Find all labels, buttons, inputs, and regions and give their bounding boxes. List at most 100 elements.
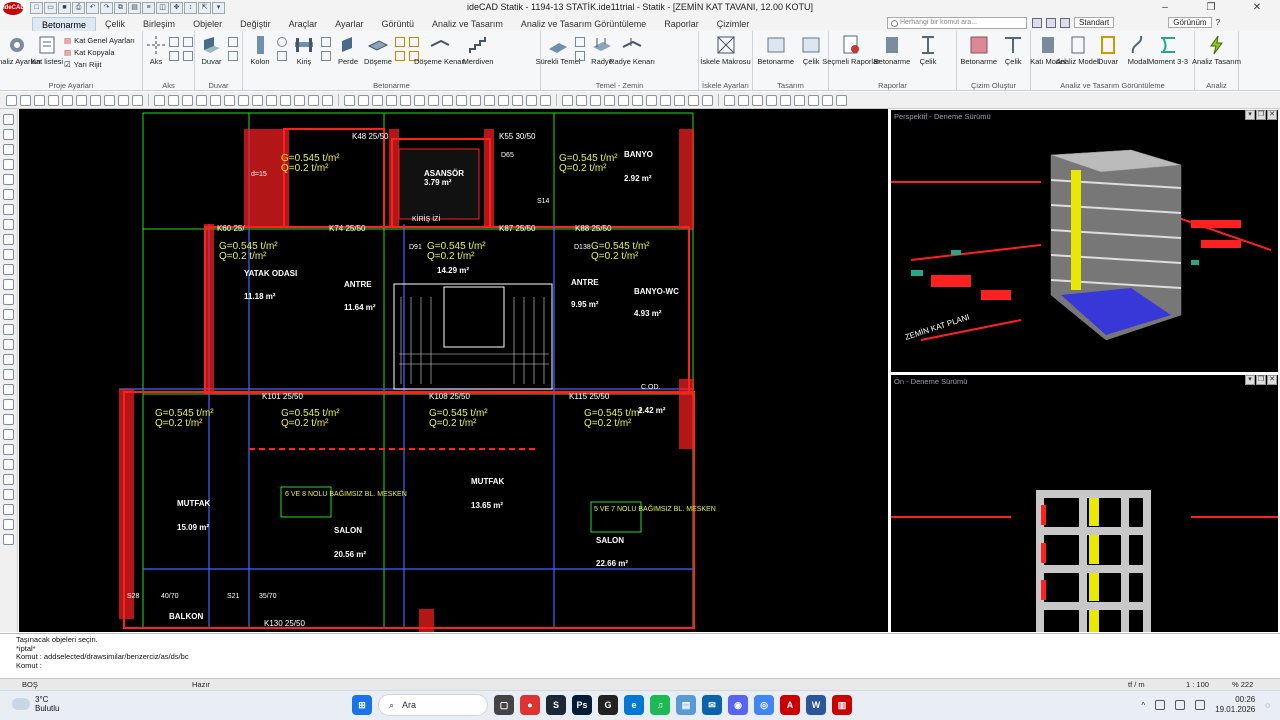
draw-tool-41-icon[interactable] xyxy=(562,94,573,106)
draw-tool-20-icon[interactable] xyxy=(280,94,291,106)
cizim-betonarme-button[interactable]: Betonarme xyxy=(959,33,998,66)
view-toggle-icon[interactable]: ▾ xyxy=(1245,110,1255,120)
side-tool-13-icon[interactable] xyxy=(3,309,14,320)
draw-tool-61-icon[interactable] xyxy=(836,94,847,106)
tab-4[interactable]: Değiştir xyxy=(231,17,280,31)
status-units[interactable]: tf / m xyxy=(1128,680,1145,689)
tab-1[interactable]: Çelik xyxy=(96,17,134,31)
app-logo[interactable]: ideCAD xyxy=(0,0,26,16)
front-close-icon[interactable]: ✕ xyxy=(1267,375,1277,385)
plan-canvas[interactable]: G=0.545 t/m² Q=0.2 t/m² G=0.545 t/m² Q=0… xyxy=(19,109,888,632)
task-view-icon[interactable]: ▢ xyxy=(494,695,514,715)
draw-tool-6-icon[interactable] xyxy=(90,94,101,106)
side-tool-22-icon[interactable] xyxy=(3,444,14,455)
draw-tool-25-icon[interactable] xyxy=(344,94,355,106)
side-tool-9-icon[interactable] xyxy=(3,249,14,260)
side-tool-23-icon[interactable] xyxy=(3,459,14,470)
cizim-celik-button[interactable]: Çelik xyxy=(998,33,1028,66)
command-area[interactable]: Taşınacak objeleri seçin. *iptal* Komut … xyxy=(0,633,1280,678)
draw-tool-36-icon[interactable] xyxy=(498,94,509,106)
tab-7[interactable]: Görüntü xyxy=(372,17,423,31)
side-tool-15-icon[interactable] xyxy=(3,339,14,350)
analiz-tasarim-button[interactable]: Analiz Tasarım xyxy=(1192,33,1241,66)
paste-icon[interactable]: ▤ xyxy=(128,2,141,14)
doseme-kenari-button[interactable]: Döşeme Kenarı xyxy=(414,33,466,66)
draw-tool-34-icon[interactable] xyxy=(470,94,481,106)
perspective-viewport[interactable]: ZEMİN KAT PLANI Perspektif - Deneme Sürü… xyxy=(891,110,1278,372)
side-tool-7-icon[interactable] xyxy=(3,219,14,230)
discord-icon[interactable]: ◉ xyxy=(728,695,748,715)
tab-11[interactable]: Çizimler xyxy=(708,17,759,31)
tray-chevron-icon[interactable]: ^ xyxy=(1141,701,1145,710)
draw-tool-35-icon[interactable] xyxy=(484,94,495,106)
duvar-view-button[interactable]: Duvar xyxy=(1093,33,1123,66)
draw-tool-19-icon[interactable] xyxy=(266,94,277,106)
close-icon[interactable]: ✕ xyxy=(1234,0,1280,16)
tab-5[interactable]: Araçlar xyxy=(280,17,327,31)
window-layout-icon[interactable] xyxy=(1032,17,1042,28)
tab-3[interactable]: Objeler xyxy=(184,17,231,31)
draw-tool-56-icon[interactable] xyxy=(766,94,777,106)
draw-tool-4-icon[interactable] xyxy=(62,94,73,106)
draw-tool-29-icon[interactable] xyxy=(400,94,411,106)
new-file-icon[interactable]: □ xyxy=(30,2,43,14)
mail-icon[interactable]: ✉ xyxy=(702,695,722,715)
draw-tool-46-icon[interactable] xyxy=(632,94,643,106)
notification-icon[interactable]: ◌ xyxy=(1265,701,1270,710)
analiz-modeli-button[interactable]: Analiz Modeli xyxy=(1056,33,1100,66)
side-tool-26-icon[interactable] xyxy=(3,504,14,515)
save-icon[interactable]: ■ xyxy=(58,2,71,14)
side-tool-24-icon[interactable] xyxy=(3,474,14,485)
draw-tool-47-icon[interactable] xyxy=(646,94,657,106)
open-folder-icon[interactable]: ▭ xyxy=(44,2,57,14)
draw-tool-38-icon[interactable] xyxy=(526,94,537,106)
side-tool-11-icon[interactable] xyxy=(3,279,14,290)
style-select[interactable]: Standart xyxy=(1074,17,1115,28)
iskele-makrosu-button[interactable]: İskele Makrosu xyxy=(700,33,751,66)
tasarim-betonarme-button[interactable]: Betonarme xyxy=(755,33,796,66)
slab-tool-3-icon[interactable] xyxy=(395,51,405,61)
wall-tool-icon[interactable] xyxy=(228,37,238,47)
draw-tool-57-icon[interactable] xyxy=(780,94,791,106)
draw-tool-54-icon[interactable] xyxy=(738,94,749,106)
pan-icon[interactable]: ↕ xyxy=(184,2,197,14)
draw-tool-49-icon[interactable] xyxy=(674,94,685,106)
photoshop-icon[interactable]: Ps xyxy=(572,695,592,715)
redo-icon[interactable]: ↷ xyxy=(100,2,113,14)
draw-tool-16-icon[interactable] xyxy=(224,94,235,106)
side-tool-17-icon[interactable] xyxy=(3,369,14,380)
moment-button[interactable]: Moment 3-3 xyxy=(1148,33,1188,66)
draw-tool-51-icon[interactable] xyxy=(702,94,713,106)
side-tool-6-icon[interactable] xyxy=(3,204,14,215)
draw-tool-60-icon[interactable] xyxy=(822,94,833,106)
draw-tool-30-icon[interactable] xyxy=(414,94,425,106)
axis-delete-icon[interactable] xyxy=(183,51,193,61)
draw-tool-14-icon[interactable] xyxy=(196,94,207,106)
draw-tool-5-icon[interactable] xyxy=(76,94,87,106)
draw-tool-15-icon[interactable] xyxy=(210,94,221,106)
side-tool-28-icon[interactable] xyxy=(3,534,14,545)
yari-rijit-checkbox[interactable]: ☑ Yarı Rijit xyxy=(64,60,135,69)
spotify-icon[interactable]: ♫ xyxy=(650,695,670,715)
side-tool-3-icon[interactable] xyxy=(3,159,14,170)
volume-icon[interactable] xyxy=(1175,700,1186,710)
draw-tool-18-icon[interactable] xyxy=(252,94,263,106)
file-explorer-icon[interactable]: ▤ xyxy=(676,695,696,715)
side-tool-10-icon[interactable] xyxy=(3,264,14,275)
merdiven-button[interactable]: Merdiven xyxy=(459,33,497,66)
draw-tool-53-icon[interactable] xyxy=(724,94,735,106)
side-tool-4-icon[interactable] xyxy=(3,174,14,185)
kiris-button[interactable]: Kiriş xyxy=(289,33,319,66)
copy-icon[interactable]: ⧉ xyxy=(114,2,127,14)
footing-icon[interactable] xyxy=(575,37,585,47)
github-icon[interactable]: G xyxy=(598,695,618,715)
idecad-task-icon[interactable]: ▥ xyxy=(832,695,852,715)
kolon-button[interactable]: Kolon xyxy=(245,33,275,66)
undo-icon[interactable]: ↶ xyxy=(86,2,99,14)
side-tool-14-icon[interactable] xyxy=(3,324,14,335)
poly-col-icon[interactable] xyxy=(277,51,287,61)
chrome-icon[interactable]: ◎ xyxy=(754,695,774,715)
move-icon[interactable]: ✥ xyxy=(170,2,183,14)
beam-tool-icon[interactable] xyxy=(321,37,331,47)
word-icon[interactable]: W xyxy=(806,695,826,715)
